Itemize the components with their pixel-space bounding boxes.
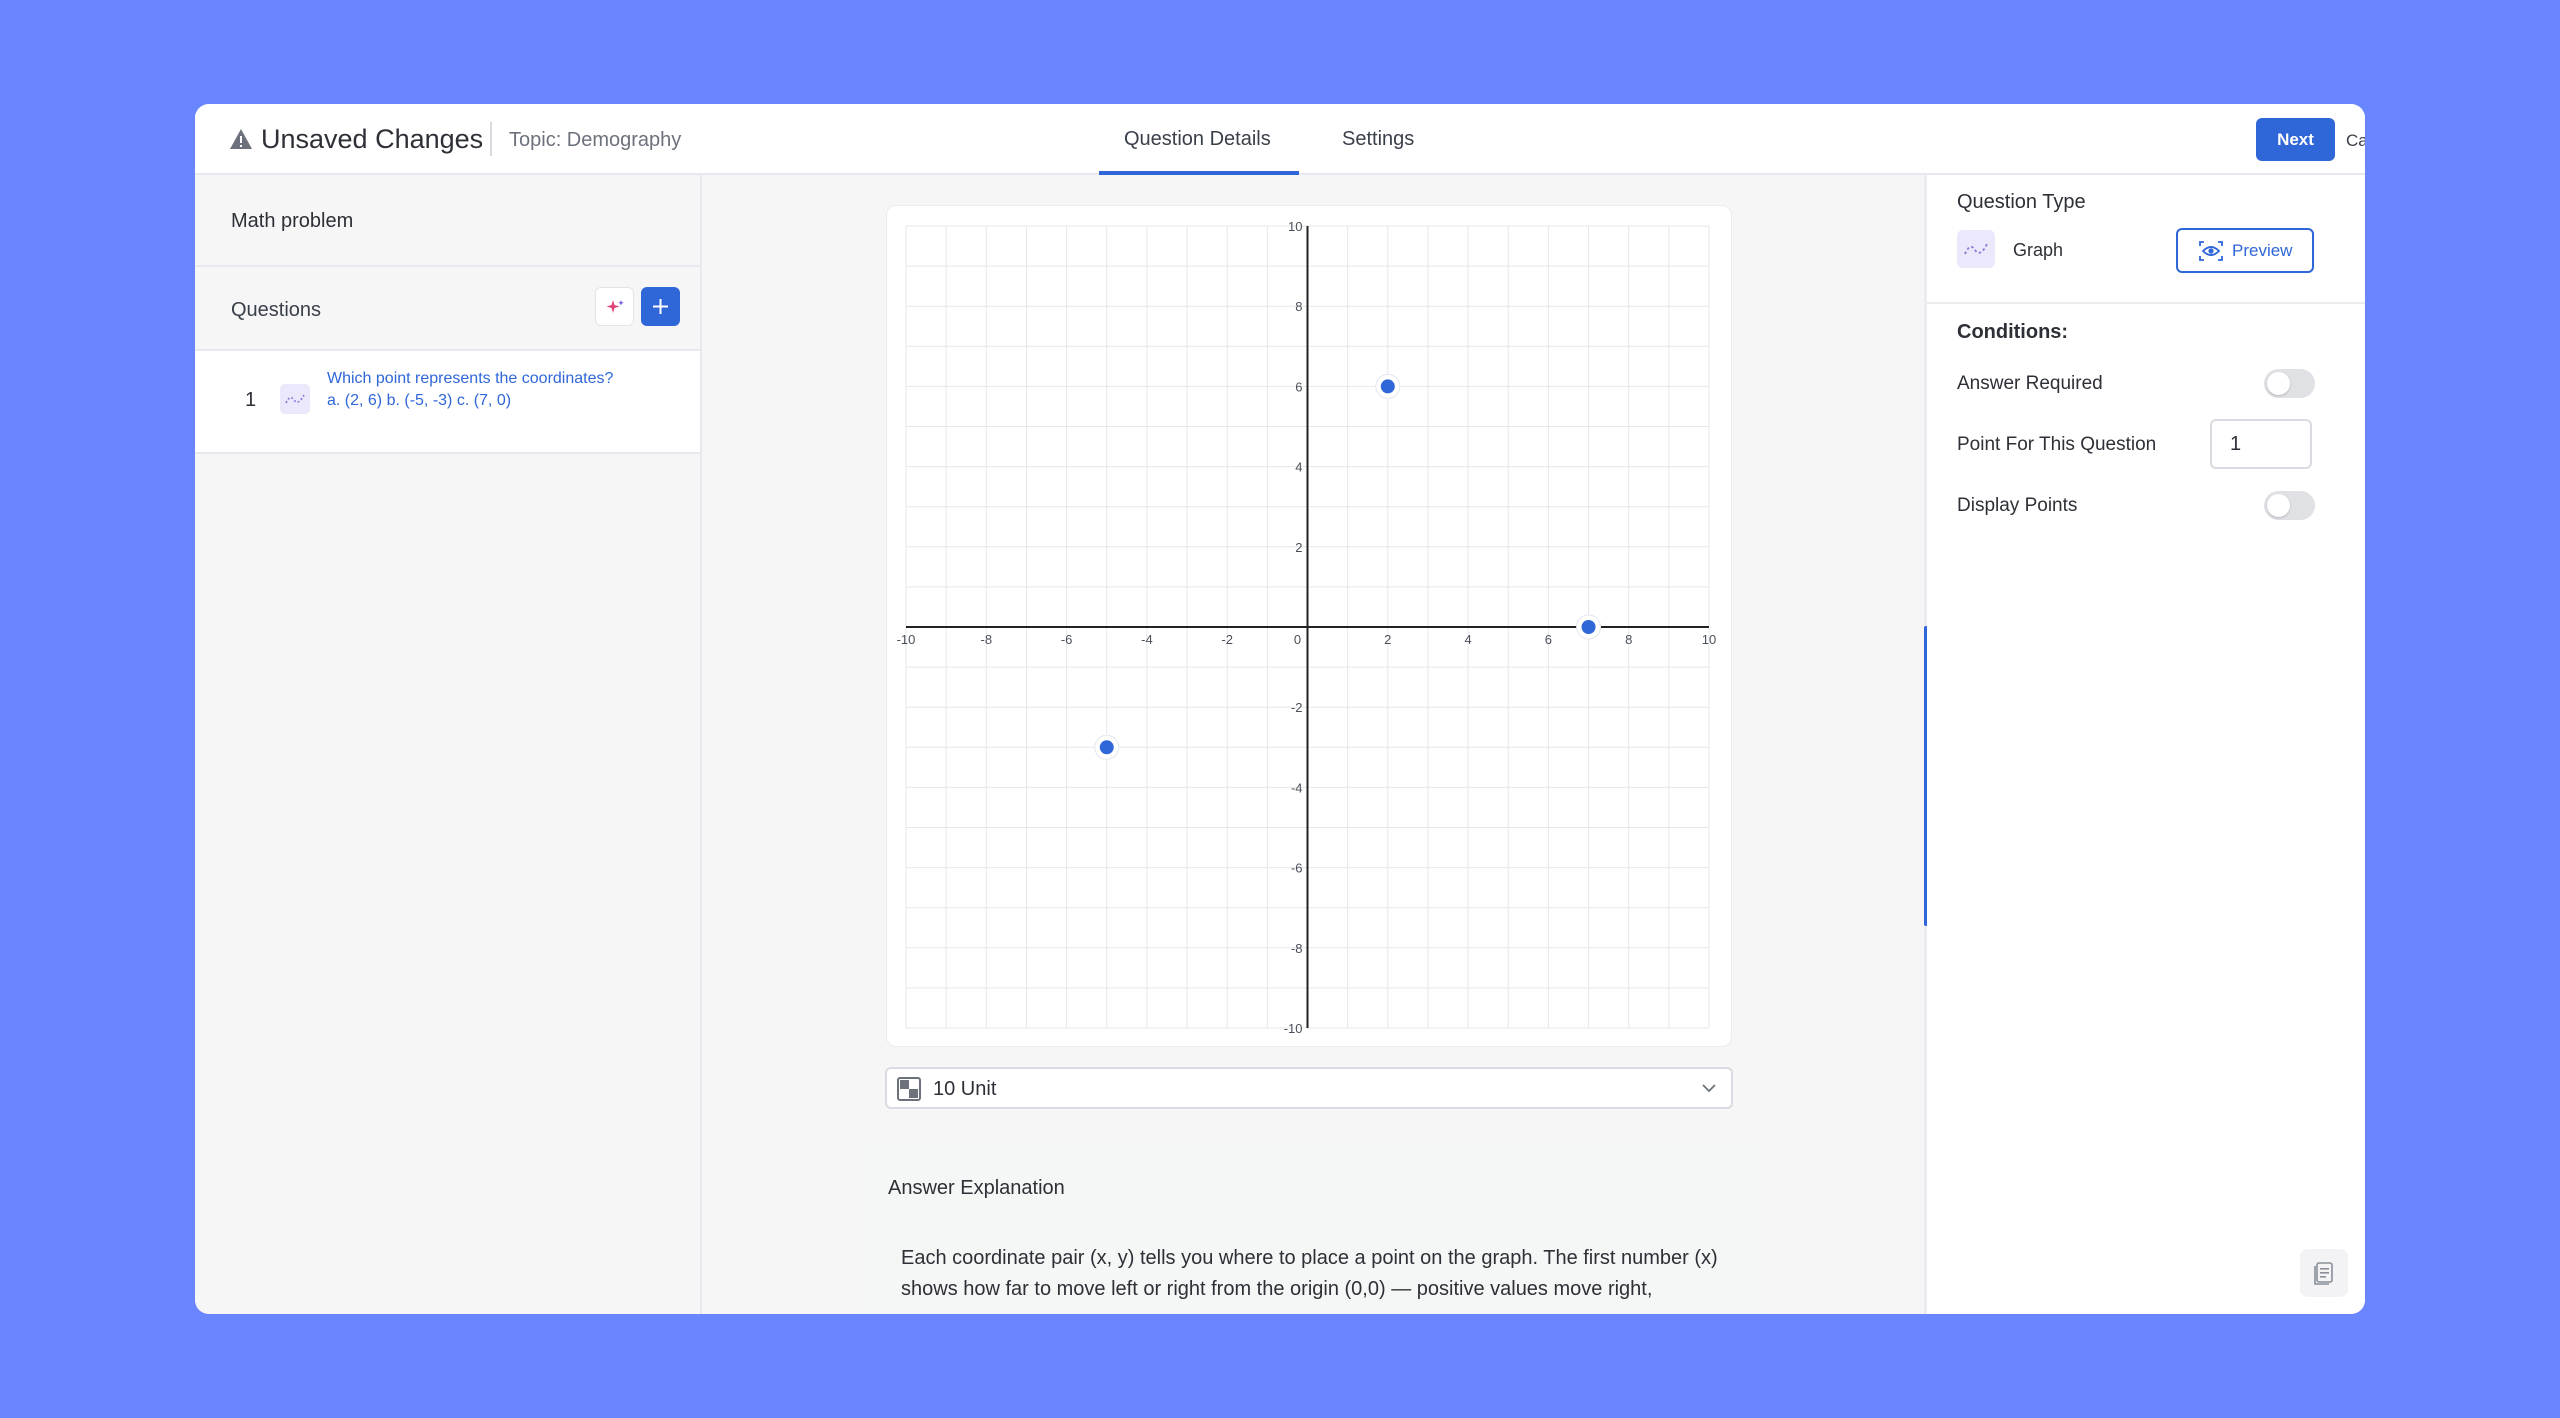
y-tick-label: 4	[1295, 460, 1302, 475]
y-tick-label: -6	[1291, 861, 1303, 876]
unit-select-value: 10 Unit	[933, 1078, 997, 1100]
graph-icon	[280, 384, 310, 414]
cancel-button[interactable]: Cancel	[2346, 130, 2365, 152]
x-tick-label: -8	[981, 632, 993, 647]
questions-sidebar: Math problem Questions 1 Which point rep…	[195, 175, 702, 1314]
x-tick-label: 0	[1294, 632, 1301, 647]
tab-settings[interactable]: Settings	[1342, 126, 1414, 152]
y-tick-label: -4	[1291, 780, 1303, 795]
x-tick-label: 8	[1625, 632, 1632, 647]
divider	[195, 265, 700, 267]
y-tick-label: -10	[1284, 1021, 1303, 1036]
next-button[interactable]: Next	[2256, 118, 2335, 161]
x-tick-label: -6	[1061, 632, 1073, 647]
toggle-knob	[2267, 494, 2290, 517]
display-points-label: Display Points	[1957, 495, 2078, 516]
y-tick-label: -2	[1291, 700, 1303, 715]
grid-icon	[897, 1077, 921, 1101]
title-divider	[490, 122, 492, 156]
questions-heading: Questions	[231, 299, 322, 321]
points-label: Point For This Question	[1957, 434, 2157, 455]
question-editor: -10 -8 -6 -4 -2 0 2 4 6 8 10 10 8 6 4 2 -2 -4 -6 -8 -10 10 U…	[702, 175, 1927, 1314]
x-tick-label: -10	[897, 632, 916, 647]
coordinate-graph[interactable]: -10 -8 -6 -4 -2 0 2 4 6 8 10 10 8 6 4 2 -2 -4 -6 -8 -10	[887, 206, 1733, 1048]
conditions-heading: Conditions:	[1957, 321, 2069, 343]
y-tick-label: 10	[1288, 219, 1302, 234]
x-tick-label: -2	[1221, 632, 1233, 647]
y-tick-label: -8	[1291, 941, 1303, 956]
unit-select[interactable]: 10 Unit	[885, 1067, 1733, 1109]
question-list-item[interactable]: 1 Which point represents the coordinates…	[195, 351, 700, 454]
x-tick-label: 4	[1464, 632, 1471, 647]
document-icon	[2314, 1262, 2333, 1285]
answer-explanation-text[interactable]: Each coordinate pair (x, y) tells you wh…	[901, 1243, 1731, 1305]
sparkle-icon	[606, 300, 624, 313]
x-tick-label: 6	[1545, 632, 1552, 647]
tab-question-details[interactable]: Question Details	[1124, 126, 1271, 152]
notes-button[interactable]	[2300, 1249, 2348, 1297]
x-tick-label: -4	[1141, 632, 1153, 647]
preview-button[interactable]: Preview	[2176, 228, 2314, 273]
answer-explanation-title: Answer Explanation	[888, 1177, 1065, 1199]
y-tick-label: 8	[1295, 299, 1302, 314]
question-text: Which point represents the coordinates? …	[327, 370, 614, 409]
preview-label: Preview	[2232, 241, 2293, 260]
add-question-button[interactable]	[641, 287, 680, 326]
question-type-value: Graph	[2013, 240, 2064, 260]
chevron-down-icon	[1702, 1084, 1716, 1093]
warning-icon	[230, 129, 252, 149]
divider	[1927, 302, 2365, 304]
graph-card: -10 -8 -6 -4 -2 0 2 4 6 8 10 10 8 6 4 2 -2 -4 -6 -8 -10	[886, 205, 1732, 1047]
question-number: 1	[245, 389, 257, 411]
quiz-title: Math problem	[231, 210, 354, 232]
ai-generate-button[interactable]	[595, 287, 634, 326]
y-tick-label: 6	[1295, 379, 1302, 394]
toggle-knob	[2267, 372, 2290, 395]
graph-icon	[1957, 230, 1995, 268]
points-input[interactable]	[2210, 419, 2312, 469]
question-type-label: Question Type	[1957, 191, 2086, 213]
settings-panel: Question Type Graph Preview Conditions: …	[1927, 175, 2365, 1314]
page-title: Unsaved Changes	[261, 124, 484, 154]
answer-required-label: Answer Required	[1957, 373, 2103, 394]
eye-icon	[2199, 241, 2223, 261]
topic-label: Topic: Demography	[509, 129, 682, 151]
answer-required-toggle[interactable]	[2264, 369, 2315, 398]
x-tick-label: 10	[1702, 632, 1716, 647]
data-point[interactable]	[1099, 740, 1114, 755]
question-editor-window: Unsaved Changes Topic: Demography Questi…	[195, 104, 2365, 1314]
plus-icon	[653, 299, 668, 314]
data-point[interactable]	[1380, 379, 1395, 394]
x-tick-label: 2	[1384, 632, 1391, 647]
y-tick-label: 2	[1295, 540, 1302, 555]
display-points-toggle[interactable]	[2264, 491, 2315, 520]
header: Unsaved Changes Topic: Demography Questi…	[195, 104, 2365, 175]
data-point[interactable]	[1581, 620, 1596, 634]
